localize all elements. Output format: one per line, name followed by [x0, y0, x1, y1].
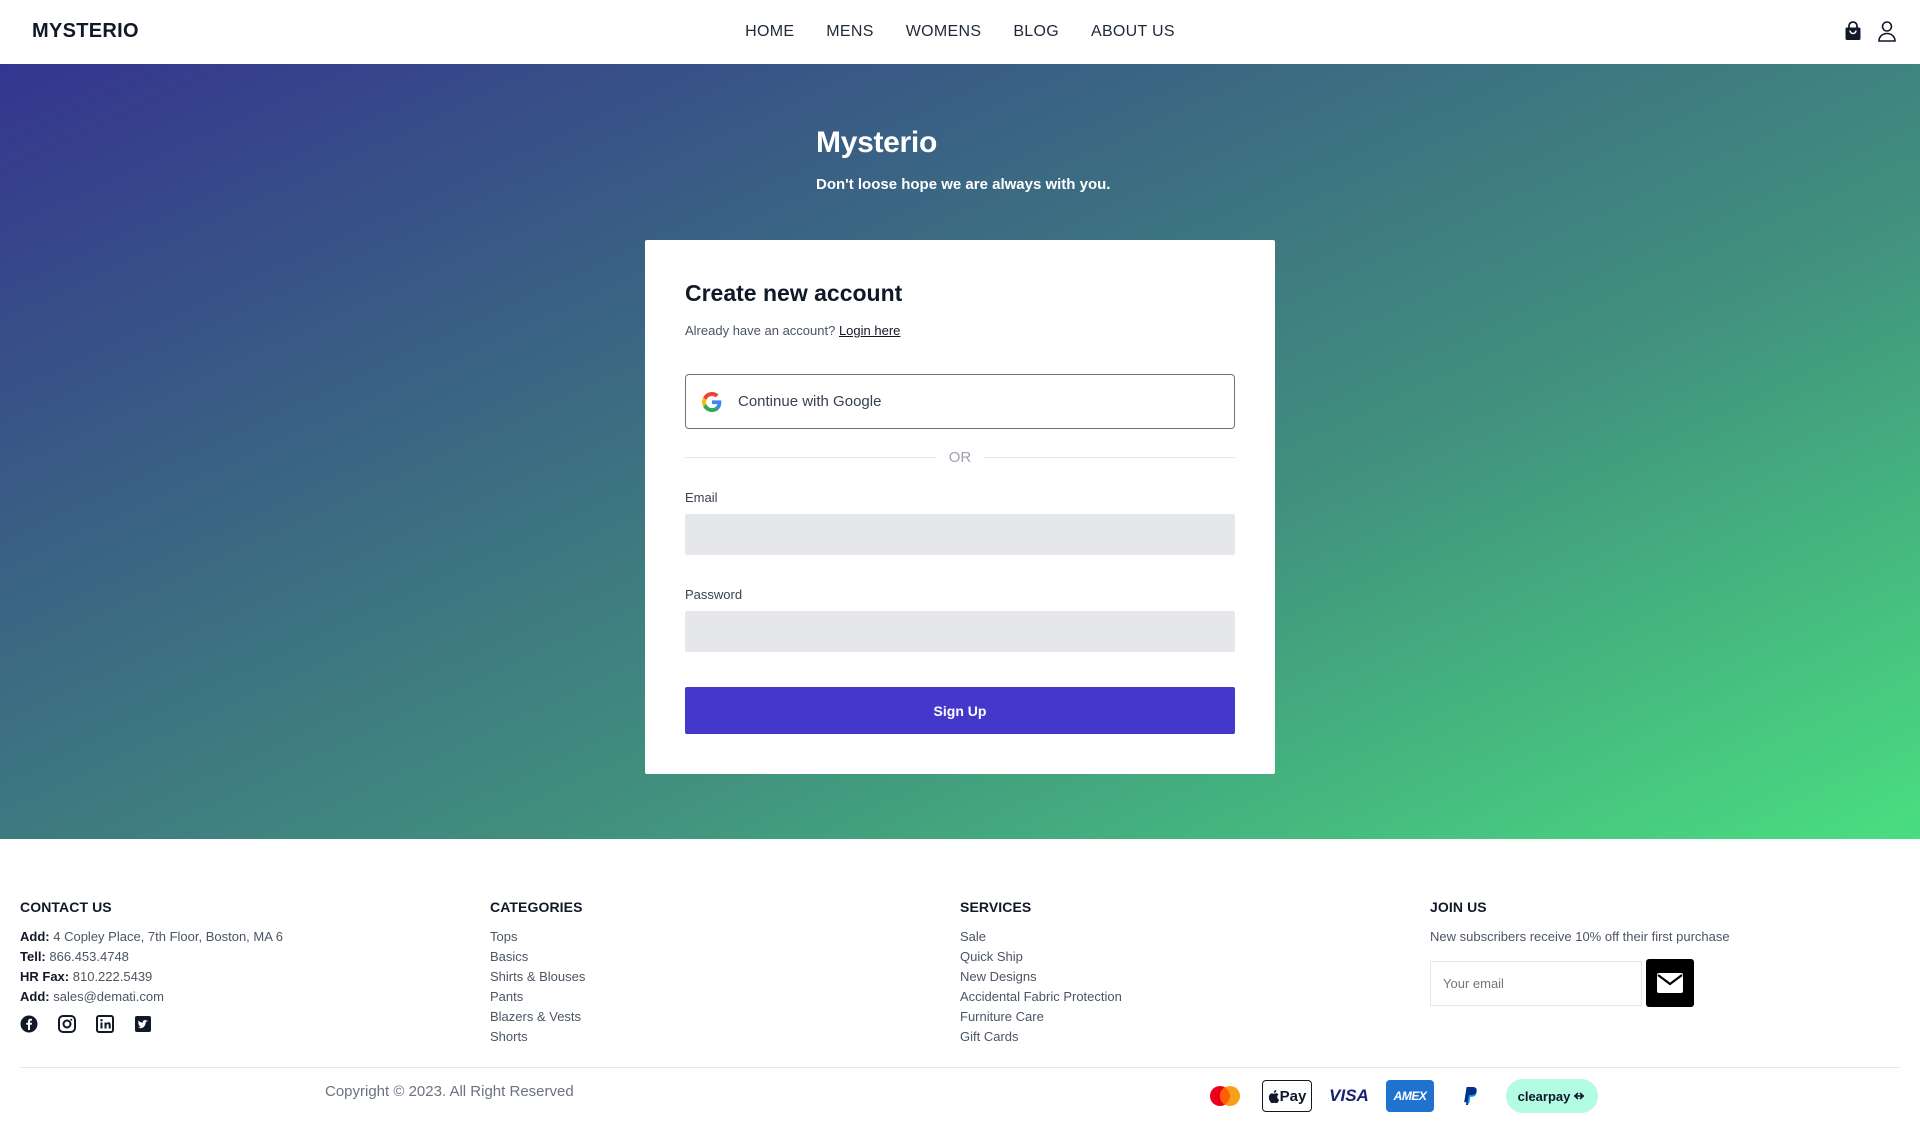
divider-line-left — [685, 456, 937, 458]
service-link-quick-ship[interactable]: Quick Ship — [960, 947, 1122, 967]
nav-womens[interactable]: WOMENS — [906, 23, 982, 41]
copyright-text: Copyright © 2023. All Right Reserved — [325, 1083, 574, 1100]
clearpay-icon: clearpay — [1506, 1079, 1598, 1113]
top-header: MYSTERIO HOME MENS WOMENS BLOG ABOUT US — [0, 0, 1920, 64]
social-links — [20, 1015, 283, 1033]
visa-icon: VISA — [1329, 1086, 1369, 1105]
category-link-pants[interactable]: Pants — [490, 987, 585, 1007]
service-link-new-designs[interactable]: New Designs — [960, 967, 1122, 987]
email-field[interactable] — [685, 514, 1235, 555]
header-icons — [1842, 20, 1898, 42]
footer-services: SERVICES Sale Quick Ship New Designs Acc… — [960, 899, 1122, 1047]
category-link-shorts[interactable]: Shorts — [490, 1027, 585, 1047]
google-button-label: Continue with Google — [738, 393, 882, 410]
contact-heading: CONTACT US — [20, 899, 112, 915]
nav-home[interactable]: HOME — [745, 23, 794, 41]
contact-email: Add: sales@demati.com — [20, 989, 164, 1004]
divider-line-right — [983, 456, 1235, 458]
google-icon — [702, 391, 722, 412]
mastercard-icon — [1200, 1080, 1250, 1112]
hero-title: Mysterio — [816, 126, 937, 159]
footer-contact: CONTACT US Add: 4 Copley Place, 7th Floo… — [20, 899, 283, 1033]
login-prompt-text: Already have an account? — [685, 323, 836, 338]
footer-divider — [20, 1067, 1900, 1068]
service-link-sale[interactable]: Sale — [960, 927, 1122, 947]
instagram-icon[interactable] — [58, 1015, 76, 1033]
service-link-gift-cards[interactable]: Gift Cards — [960, 1027, 1122, 1047]
nav-mens[interactable]: MENS — [826, 23, 873, 41]
paypal-icon — [1446, 1080, 1494, 1112]
twitter-icon[interactable] — [134, 1015, 152, 1033]
service-link-fabric-protection[interactable]: Accidental Fabric Protection — [960, 987, 1122, 1007]
shopping-bag-icon[interactable] — [1842, 20, 1864, 42]
service-link-furniture-care[interactable]: Furniture Care — [960, 1007, 1122, 1027]
newsletter-email-input[interactable] — [1430, 960, 1642, 1006]
main-nav: HOME MENS WOMENS BLOG ABOUT US — [0, 0, 1920, 64]
category-link-basics[interactable]: Basics — [490, 947, 585, 967]
categories-heading: CATEGORIES — [490, 899, 583, 915]
category-link-blazers-vests[interactable]: Blazers & Vests — [490, 1007, 585, 1027]
facebook-icon[interactable] — [20, 1015, 38, 1033]
newsletter-submit-button[interactable] — [1646, 959, 1694, 1007]
password-label: Password — [685, 587, 743, 602]
footer-join-us: JOIN US New subscribers receive 10% off … — [1430, 899, 1730, 1007]
sign-up-button[interactable]: Sign Up — [685, 687, 1235, 734]
divider-text: OR — [948, 448, 972, 466]
hero-subtitle: Don't loose hope we are always with you. — [816, 176, 1111, 193]
login-link[interactable]: Login here — [839, 323, 900, 338]
login-prompt: Already have an account? Login here — [685, 323, 900, 338]
nav-blog[interactable]: BLOG — [1013, 23, 1059, 41]
category-link-tops[interactable]: Tops — [490, 927, 585, 947]
signup-card: Create new account Already have an accou… — [645, 240, 1275, 774]
apple-pay-icon: Pay — [1262, 1080, 1312, 1112]
user-icon[interactable] — [1876, 20, 1898, 42]
services-heading: SERVICES — [960, 899, 1032, 915]
envelope-icon — [1657, 973, 1683, 993]
nav-about-us[interactable]: ABOUT US — [1091, 23, 1175, 41]
hero-section: Mysterio Don't loose hope we are always … — [0, 64, 1920, 839]
contact-phone: Tell: 866.453.4748 — [20, 949, 129, 964]
site-footer: CONTACT US Add: 4 Copley Place, 7th Floo… — [0, 839, 1920, 1131]
contact-fax: HR Fax: 810.222.5439 — [20, 969, 153, 984]
contact-address: Add: 4 Copley Place, 7th Floor, Boston, … — [20, 929, 284, 944]
newsletter-form — [1430, 959, 1730, 1007]
signup-title: Create new account — [685, 280, 903, 306]
payment-methods: Pay VISA AMEX clearpay — [1200, 1079, 1598, 1113]
category-link-shirts-blouses[interactable]: Shirts & Blouses — [490, 967, 585, 987]
linkedin-icon[interactable] — [96, 1015, 114, 1033]
continue-with-google-button[interactable]: Continue with Google — [685, 374, 1235, 429]
join-description: New subscribers receive 10% off their fi… — [1430, 929, 1730, 944]
join-heading: JOIN US — [1430, 899, 1487, 915]
clearpay-label: clearpay — [1517, 1088, 1571, 1104]
email-label: Email — [685, 490, 718, 505]
amex-icon: AMEX — [1386, 1080, 1434, 1112]
footer-categories: CATEGORIES Tops Basics Shirts & Blouses … — [490, 899, 585, 1047]
password-field[interactable] — [685, 611, 1235, 652]
apple-pay-label: Pay — [1279, 1087, 1307, 1105]
or-divider: OR — [685, 447, 1235, 467]
